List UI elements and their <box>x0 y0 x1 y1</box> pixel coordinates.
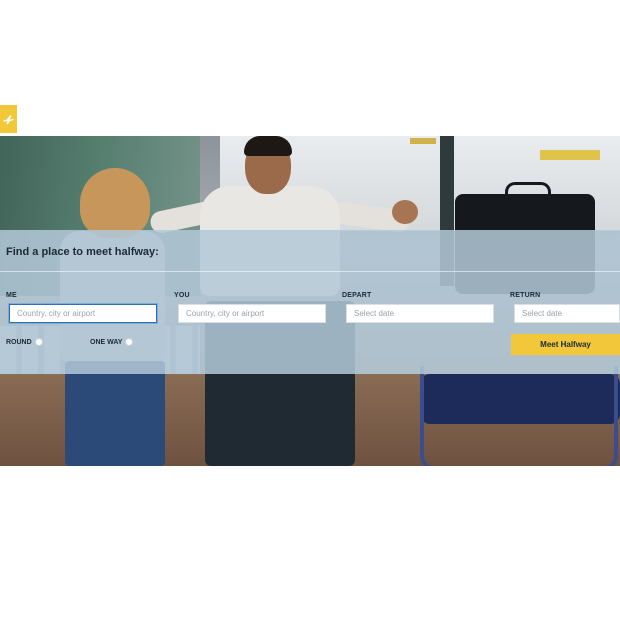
search-panel: Find a place to meet halfway: ME YOU DEP… <box>0 230 620 374</box>
logo-badge[interactable] <box>0 105 17 133</box>
wheelchair-frame <box>420 366 618 466</box>
one-way-radio[interactable] <box>125 338 134 346</box>
round-trip-label: ROUND <box>6 338 32 346</box>
wheelchair-handle <box>505 182 551 199</box>
ceiling-sign <box>540 150 600 160</box>
me-label: ME <box>6 292 17 299</box>
you-input[interactable] <box>178 304 326 323</box>
girl-hair <box>80 168 150 238</box>
girl-jeans <box>65 361 165 466</box>
return-label: RETURN <box>510 292 541 299</box>
airplane-icon <box>3 114 14 124</box>
meet-halfway-button[interactable]: Meet Halfway <box>511 334 620 355</box>
one-way-option[interactable]: ONE WAY <box>90 338 134 346</box>
ceiling-light <box>410 138 436 144</box>
one-way-label: ONE WAY <box>90 338 123 346</box>
panel-divider <box>0 271 620 272</box>
man-hair <box>244 136 292 156</box>
you-label: YOU <box>174 292 190 299</box>
depart-date-input[interactable] <box>346 304 494 323</box>
man-hand <box>392 200 418 224</box>
me-input[interactable] <box>9 304 157 323</box>
hero-photo: Find a place to meet halfway: ME YOU DEP… <box>0 136 620 466</box>
round-trip-radio[interactable] <box>34 338 43 346</box>
round-trip-option[interactable]: ROUND <box>6 338 43 346</box>
depart-label: DEPART <box>342 292 372 299</box>
search-title: Find a place to meet halfway: <box>6 246 159 258</box>
return-date-input[interactable] <box>514 304 620 323</box>
